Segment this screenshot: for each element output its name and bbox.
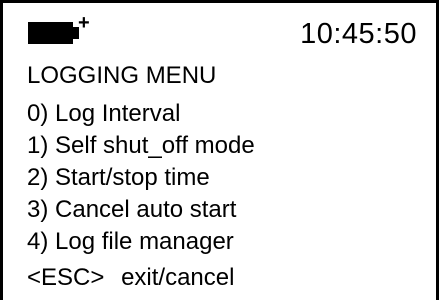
logging-menu-list: 0) Log Interval 1) Self shut_off mode 2)… (27, 98, 255, 258)
exit-cancel-label: exit/cancel (121, 264, 235, 291)
clock-time: 10:45:50 (300, 18, 417, 50)
lcd-screen: + 10:45:50 LOGGING MENU 0) Log Interval … (0, 0, 439, 300)
menu-item-log-interval[interactable]: 0) Log Interval (27, 98, 255, 130)
menu-item-self-shut-off-mode[interactable]: 1) Self shut_off mode (27, 130, 255, 162)
esc-key-label: <ESC> (27, 264, 105, 291)
menu-item-cancel-auto-start[interactable]: 3) Cancel auto start (27, 194, 255, 226)
menu-title: LOGGING MENU (27, 62, 217, 89)
menu-item-start-stop-time[interactable]: 2) Start/stop time (27, 162, 255, 194)
footer-hint[interactable]: <ESC> exit/cancel (27, 262, 234, 294)
battery-charging-icon: + (28, 13, 90, 45)
menu-item-log-file-manager[interactable]: 4) Log file manager (27, 226, 255, 258)
